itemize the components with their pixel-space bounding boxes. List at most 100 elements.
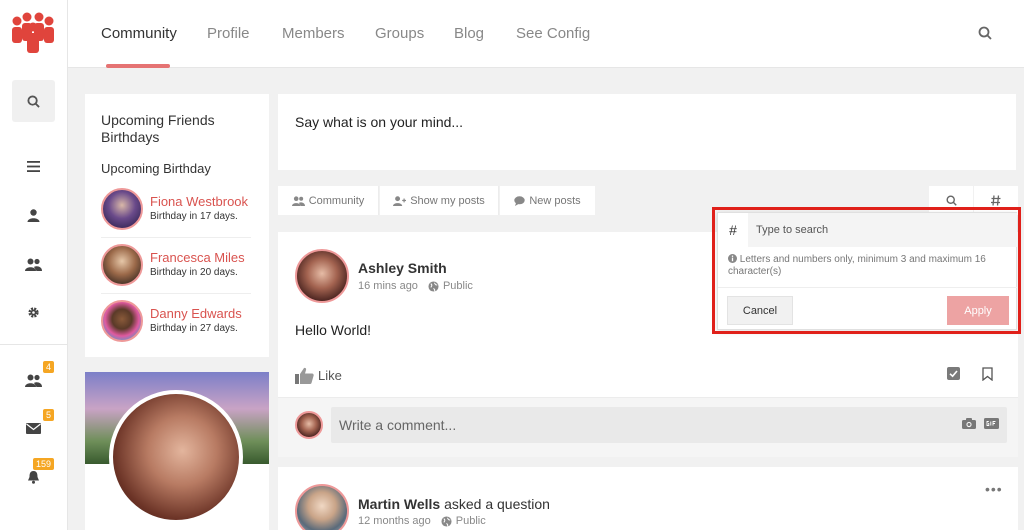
birthday-date: Birthday in 27 days.	[150, 323, 238, 334]
avatar[interactable]	[101, 300, 143, 342]
birthday-item: Francesca Miles Birthday in 20 days.	[101, 244, 251, 294]
post-search-button[interactable]	[929, 186, 973, 215]
rail-messages-button[interactable]: 5	[18, 409, 54, 441]
post-body-text: Hello World!	[295, 322, 371, 338]
globe-icon	[428, 280, 439, 292]
post-timestamp[interactable]: 12 months ago	[358, 515, 431, 527]
notifications-badge: 159	[32, 458, 54, 470]
info-icon	[728, 254, 737, 263]
author-avatar[interactable]	[295, 484, 349, 530]
search-icon	[945, 195, 957, 206]
comment-tools	[962, 418, 999, 429]
birthday-person-link[interactable]: Francesca Miles	[150, 250, 245, 265]
globe-icon	[441, 515, 452, 527]
users-icon	[24, 258, 42, 271]
profile-avatar[interactable]	[109, 390, 243, 524]
hashtag-search-input[interactable]	[748, 213, 1017, 247]
birthdays-subtitle: Upcoming Birthday	[101, 161, 211, 176]
post-actions	[947, 367, 993, 381]
divider	[101, 293, 251, 294]
post-author-name[interactable]: Martin Wells	[358, 496, 440, 512]
profile-widget	[85, 372, 269, 530]
commenter-avatar	[295, 411, 323, 439]
envelope-icon	[25, 422, 41, 434]
post-visibility: Public	[455, 515, 486, 527]
birthdays-title: Upcoming Friends Birthdays	[101, 112, 215, 145]
filter-new-posts-label: New posts	[529, 194, 581, 207]
rail-menu-button[interactable]	[18, 153, 48, 179]
active-tab-indicator	[106, 64, 170, 68]
author-avatar[interactable]	[295, 249, 349, 303]
users-icon	[291, 195, 305, 206]
avatar[interactable]	[101, 188, 143, 230]
gear-icon	[27, 306, 39, 318]
messages-badge: 5	[42, 409, 54, 421]
birthday-item: Fiona Westbrook Birthday in 17 days.	[101, 188, 251, 238]
camera-icon[interactable]	[962, 418, 976, 429]
birthday-item: Danny Edwards Birthday in 27 days.	[101, 300, 251, 350]
like-label: Like	[318, 368, 342, 383]
filter-community-label: Community	[308, 194, 365, 207]
cancel-button[interactable]: Cancel	[727, 296, 793, 325]
left-rail: 4 5 159	[0, 0, 68, 530]
post-author-name[interactable]: Ashley Smith	[358, 260, 447, 276]
hashtag-symbol: #	[729, 222, 737, 238]
rail-divider	[0, 344, 68, 345]
more-options-icon[interactable]: •••	[985, 481, 1003, 497]
divider	[718, 287, 1017, 288]
birthday-person-link[interactable]: Fiona Westbrook	[150, 194, 248, 209]
nav-tab-groups[interactable]: Groups	[375, 25, 424, 42]
nav-tab-see-config[interactable]: See Config	[516, 25, 590, 42]
hashtag-help-text: Letters and numbers only, minimum 3 and …	[728, 254, 1013, 278]
hashtag-search-popup: # Letters and numbers only, minimum 3 an…	[717, 212, 1017, 330]
hashtag-help-label: Letters and numbers only, minimum 3 and …	[728, 254, 986, 277]
search-icon[interactable]	[978, 26, 992, 40]
top-navigation: Community Profile Members Groups Blog Se…	[68, 0, 1024, 68]
divider	[101, 237, 251, 238]
post-meta: 12 months ago Public	[358, 515, 486, 527]
user-plus-icon	[393, 195, 407, 206]
composer-placeholder: Say what is on your mind...	[295, 114, 464, 130]
apply-button[interactable]: Apply	[947, 296, 1009, 325]
rail-settings-button[interactable]	[18, 299, 48, 325]
filter-my-posts-button[interactable]: Show my posts	[380, 186, 499, 215]
rail-groups-button[interactable]	[18, 251, 48, 277]
user-icon	[27, 208, 39, 222]
nav-tab-members[interactable]: Members	[282, 25, 345, 42]
comment-input[interactable]	[331, 407, 1007, 443]
checkbox-icon[interactable]	[947, 367, 960, 380]
filter-community-button[interactable]: Community	[278, 186, 379, 215]
nav-tab-profile[interactable]: Profile	[207, 25, 250, 42]
comment-bar	[278, 397, 1018, 457]
post-timestamp[interactable]: 16 mins ago	[358, 280, 418, 292]
post-meta: 16 mins ago Public	[358, 280, 473, 292]
menu-icon	[26, 160, 40, 172]
post-visibility: Public	[442, 280, 473, 292]
birthday-date: Birthday in 17 days.	[150, 211, 238, 222]
nav-tab-blog[interactable]: Blog	[454, 25, 484, 42]
users-icon	[24, 374, 42, 387]
thumbs-up-icon	[295, 367, 314, 384]
rail-friend-requests-button[interactable]: 4	[18, 361, 54, 393]
hashtag-icon	[991, 195, 1001, 206]
like-button[interactable]: Like	[295, 367, 342, 384]
filter-new-posts-button[interactable]: New posts	[500, 186, 595, 215]
community-logo-icon[interactable]	[10, 12, 56, 54]
bookmark-icon[interactable]	[982, 367, 993, 381]
post-composer[interactable]: Say what is on your mind...	[278, 94, 1016, 170]
birthdays-widget: Upcoming Friends Birthdays Upcoming Birt…	[85, 94, 269, 357]
gif-icon[interactable]	[984, 418, 999, 429]
birthday-person-link[interactable]: Danny Edwards	[150, 306, 242, 321]
rail-profile-button[interactable]	[18, 202, 48, 228]
post-card: Martin Wells asked a question 12 months …	[278, 467, 1018, 530]
nav-tab-community[interactable]: Community	[101, 25, 177, 42]
avatar[interactable]	[101, 244, 143, 286]
post-author-line: Martin Wells asked a question	[358, 496, 550, 512]
birthday-date: Birthday in 20 days.	[150, 267, 238, 278]
comment-icon	[514, 195, 526, 206]
rail-notifications-button[interactable]: 159	[18, 458, 54, 490]
rail-search-button[interactable]	[12, 80, 55, 122]
post-action-text: asked a question	[444, 496, 550, 512]
hashtag-filter-button[interactable]	[974, 186, 1018, 215]
friend-requests-badge: 4	[42, 361, 54, 373]
